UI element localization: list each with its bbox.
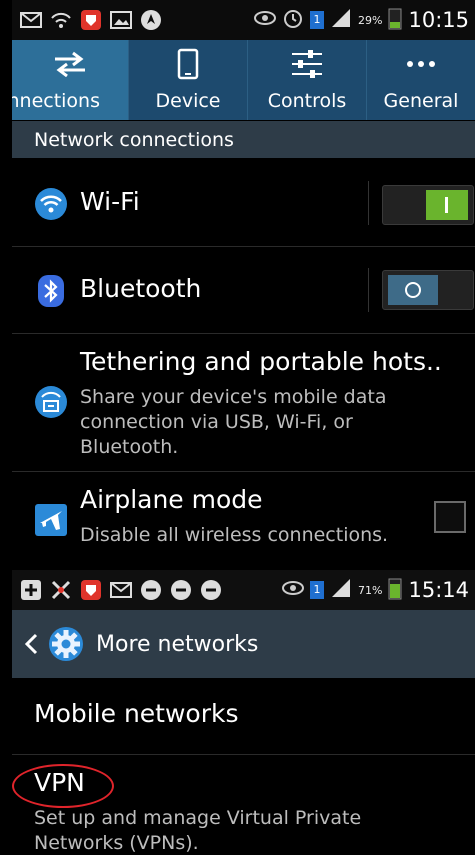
shield-app-icon	[80, 579, 102, 601]
airplane-title: Airplane mode	[80, 485, 263, 514]
tab-general[interactable]: General	[367, 40, 475, 120]
tab-label: Controls	[267, 90, 347, 112]
vpn-highlight-annotation	[12, 764, 114, 808]
chat-icon	[200, 579, 222, 601]
bottom-screenshot: 1 71% 15:14 More networks Mobile network…	[0, 570, 475, 855]
wifi-call-icon	[50, 10, 72, 30]
chat-icon	[140, 579, 162, 601]
envelope-icon	[20, 12, 42, 28]
clock: 10:15	[408, 8, 469, 32]
more-networks-page: 1 71% 15:14 More networks Mobile network…	[12, 570, 475, 855]
tethering-subtitle: Share your device's mobile data connecti…	[80, 386, 387, 458]
battery-icon	[388, 6, 402, 34]
settings-connections-page: 1 29% 10:15 Connections	[12, 0, 475, 570]
mobile-networks-title: Mobile networks	[34, 699, 239, 728]
shield-app-icon	[80, 9, 102, 31]
toggle-knob-off	[388, 275, 438, 305]
action-bar: More networks	[12, 610, 475, 678]
vpn-row[interactable]: VPN Set up and manage Virtual Private Ne…	[12, 756, 475, 855]
add-icon	[20, 579, 42, 601]
signal-icon	[330, 578, 352, 602]
wifi-icon	[34, 187, 68, 225]
airplane-subtitle: Disable all wireless connections.	[80, 524, 389, 546]
gallery-icon	[110, 10, 132, 30]
mobile-networks-row[interactable]: Mobile networks	[12, 678, 475, 755]
eye-icon	[282, 580, 305, 600]
bluetooth-icon	[34, 274, 68, 312]
tab-device[interactable]: Device	[129, 40, 248, 120]
airplane-row[interactable]: Airplane mode Disable all wireless conne…	[12, 473, 475, 563]
back-chevron-icon[interactable]	[24, 633, 38, 655]
tab-connections[interactable]: Connections	[12, 40, 129, 120]
alarm-icon	[282, 7, 304, 33]
divider	[368, 268, 369, 312]
wifi-row[interactable]: Wi-Fi	[12, 159, 475, 247]
on-glyph	[445, 197, 448, 213]
settings-tab-bar: Connections Device Controls General	[12, 40, 475, 120]
tethering-title: Tethering and portable hots..	[80, 347, 442, 376]
divider	[368, 181, 369, 225]
status-bar: 1 29% 10:15	[12, 0, 475, 40]
clock: 15:14	[408, 578, 469, 602]
gear-icon	[46, 624, 86, 664]
sliders-icon	[290, 46, 324, 82]
status-right-group: 1 29% 10:15	[254, 6, 475, 34]
eye-icon	[254, 10, 277, 30]
airplane-icon	[34, 503, 68, 541]
envelope-icon	[110, 582, 132, 598]
navigation-icon	[140, 9, 162, 31]
vpn-subtitle: Set up and manage Virtual Private Networ…	[34, 807, 362, 854]
tab-label: Device	[155, 90, 221, 112]
bluetooth-row[interactable]: Bluetooth	[12, 248, 475, 334]
battery-icon	[388, 576, 402, 604]
phone-icon	[177, 46, 199, 82]
sim-icon: 1	[310, 11, 325, 29]
signal-icon	[330, 8, 352, 32]
wifi-toggle[interactable]	[382, 185, 474, 225]
battery-percent: 29%	[358, 13, 383, 27]
action-bar-title: More networks	[96, 631, 259, 657]
more-dots-icon	[406, 46, 436, 82]
off-glyph	[405, 282, 421, 298]
chat-icon	[170, 579, 192, 601]
toggle-knob-on	[426, 190, 468, 220]
tethering-row[interactable]: Tethering and portable hots.. Share your…	[12, 335, 475, 472]
tools-icon	[50, 579, 72, 601]
section-header: Network connections	[12, 121, 475, 158]
status-right-group: 1 71% 15:14	[282, 576, 475, 604]
bluetooth-title: Bluetooth	[80, 274, 202, 303]
tab-label: Connections	[12, 90, 100, 112]
swap-arrows-icon	[12, 46, 128, 82]
airplane-checkbox[interactable]	[434, 501, 466, 533]
wifi-title: Wi-Fi	[80, 187, 140, 216]
bluetooth-toggle[interactable]	[382, 270, 474, 310]
top-screenshot: 1 29% 10:15 Connections	[0, 0, 475, 570]
sim-icon: 1	[310, 581, 325, 599]
tab-label: General	[383, 90, 459, 112]
battery-percent: 71%	[358, 583, 383, 597]
status-bar: 1 71% 15:14	[12, 570, 475, 610]
tab-controls[interactable]: Controls	[248, 40, 367, 120]
tethering-icon	[34, 385, 68, 423]
